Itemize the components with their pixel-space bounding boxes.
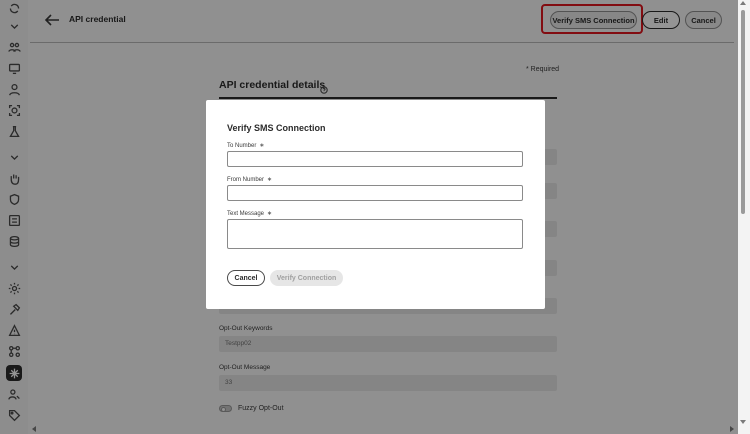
scroll-up-arrow[interactable] [740,1,746,5]
scroll-thumb[interactable] [741,10,745,214]
dialog-cancel-button[interactable]: Cancel [227,270,265,286]
vertical-scrollbar[interactable] [738,0,750,434]
verify-sms-dialog: Verify SMS Connection To Number ∗ From Nu… [206,100,545,309]
dialog-title: Verify SMS Connection [227,123,326,133]
from-number-input[interactable] [227,185,523,201]
from-number-label: From Number ∗ [227,177,273,183]
text-message-input[interactable] [227,219,523,249]
required-marker: ∗ [259,143,265,149]
required-marker: ∗ [267,211,273,217]
verify-connection-button[interactable]: Verify Connection [270,270,343,286]
scroll-down-arrow[interactable] [740,420,746,424]
to-number-input[interactable] [227,151,523,167]
text-message-label: Text Message ∗ [227,211,273,217]
to-number-label: To Number ∗ [227,143,265,149]
required-marker: ∗ [267,177,273,183]
